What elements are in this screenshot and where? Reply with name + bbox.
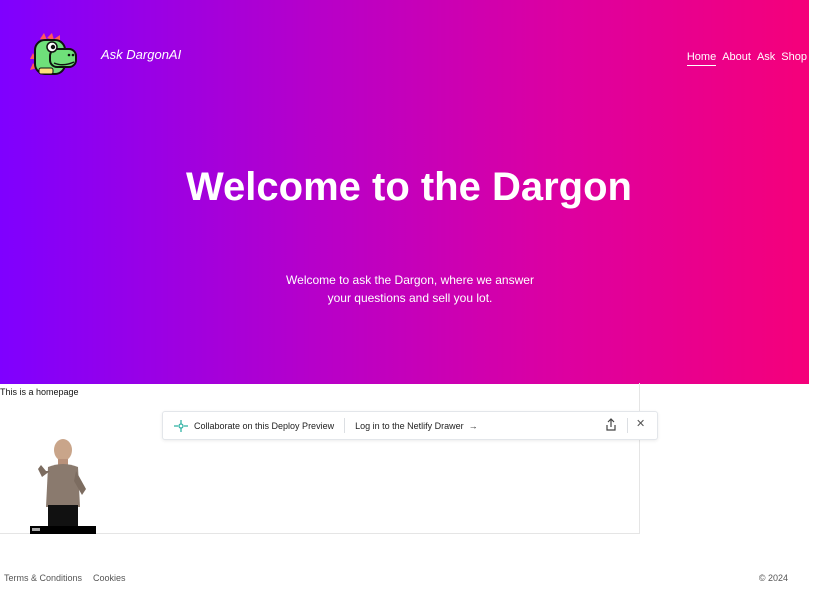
nav-item-ask[interactable]: Ask [757,51,775,66]
dancing-man-image [30,439,96,534]
preview-frame [0,383,640,534]
hero-banner: Ask DargonAI Home About Ask Shop Welcome… [0,0,809,384]
nav-item-shop[interactable]: Shop [781,51,807,66]
cookies-link[interactable]: Cookies [93,573,126,583]
hero-title: Welcome to the Dargon [186,165,632,209]
divider [627,418,628,433]
footer-links: Terms & Conditions Cookies [4,573,126,583]
nav-item-home[interactable]: Home [686,51,717,66]
divider [344,418,346,433]
netlify-drawer-bar: Collaborate on this Deploy Preview Log i… [162,411,658,440]
homepage-text: This is a homepage [0,387,79,397]
share-icon[interactable] [604,418,618,432]
collaborate-button[interactable]: Collaborate on this Deploy Preview [194,421,334,431]
brand-name[interactable]: Ask DargonAI [101,47,181,62]
dragon-logo-icon[interactable] [30,33,78,77]
netlify-collab-icon [174,419,188,432]
close-icon[interactable]: ✕ [636,417,645,430]
hero-subtitle: Welcome to ask the Dargon, where we answ… [286,273,534,305]
terms-link[interactable]: Terms & Conditions [4,573,82,583]
arrow-right-icon: → [468,420,478,431]
copyright-text: © 2024 [758,573,788,583]
netlify-login-link[interactable]: Log in to the Netlify Drawer [355,421,464,431]
main-nav: Home About Ask Shop [686,51,807,66]
nav-item-about[interactable]: About [722,51,751,66]
